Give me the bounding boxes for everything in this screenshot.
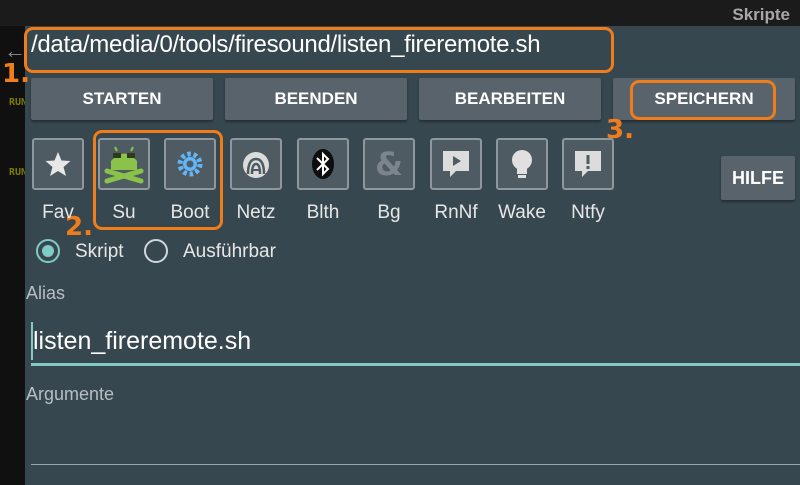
option-wake[interactable] bbox=[496, 138, 548, 190]
option-ntfy[interactable] bbox=[562, 138, 614, 190]
option-label-wake: Wake bbox=[498, 202, 546, 223]
option-label-netz: Netz bbox=[236, 202, 276, 223]
option-label-blth: Blth bbox=[306, 202, 340, 223]
option-label-su: Su bbox=[112, 202, 136, 223]
option-label-ntfy: Ntfy bbox=[571, 202, 605, 223]
edit-button[interactable]: BEARBEITEN bbox=[419, 78, 601, 120]
option-rnnf[interactable] bbox=[430, 138, 482, 190]
run-label: RUN bbox=[9, 167, 28, 178]
start-button[interactable]: STARTEN bbox=[31, 78, 213, 120]
stop-button[interactable]: BEENDEN bbox=[225, 78, 407, 120]
arguments-label: Argumente bbox=[26, 384, 115, 404]
callout-save bbox=[630, 80, 776, 120]
radio-label-skript: Skript bbox=[75, 241, 124, 262]
option-label-rnnf: RnNf bbox=[434, 202, 478, 223]
option-label-boot: Boot bbox=[170, 202, 210, 223]
title-bar: Skripte bbox=[0, 0, 800, 26]
alias-underline bbox=[31, 363, 800, 366]
option-fav[interactable] bbox=[32, 138, 84, 190]
annotation-number-1: 1. bbox=[2, 59, 30, 89]
star-icon bbox=[43, 149, 73, 179]
run-label: RUN bbox=[9, 97, 28, 108]
notification-exclamation-icon bbox=[571, 148, 605, 180]
notification-play-icon bbox=[439, 148, 473, 180]
side-strip: ← bbox=[0, 26, 26, 485]
option-netz[interactable] bbox=[230, 138, 282, 190]
arguments-input[interactable] bbox=[31, 410, 800, 462]
option-label-fav: Fav bbox=[42, 202, 74, 223]
option-bg[interactable]: & bbox=[363, 138, 415, 190]
alias-input[interactable]: listen_fireremote.sh bbox=[33, 327, 251, 356]
help-button[interactable]: HILFE bbox=[721, 156, 795, 200]
radio-ausfuehrbar[interactable] bbox=[144, 239, 168, 263]
radio-label-ausfuehrbar: Ausführbar bbox=[183, 241, 276, 262]
window-title: Skripte bbox=[732, 5, 790, 24]
radio-skript[interactable] bbox=[36, 239, 60, 263]
bluetooth-icon bbox=[308, 147, 338, 181]
ampersand-icon: & bbox=[375, 145, 403, 183]
alias-label: Alias bbox=[26, 283, 66, 303]
option-label-bg: Bg bbox=[377, 202, 401, 223]
lightbulb-icon bbox=[507, 147, 537, 181]
option-blth[interactable] bbox=[297, 138, 349, 190]
network-icon bbox=[239, 147, 273, 181]
arguments-underline bbox=[31, 464, 800, 465]
callout-path bbox=[24, 27, 614, 73]
